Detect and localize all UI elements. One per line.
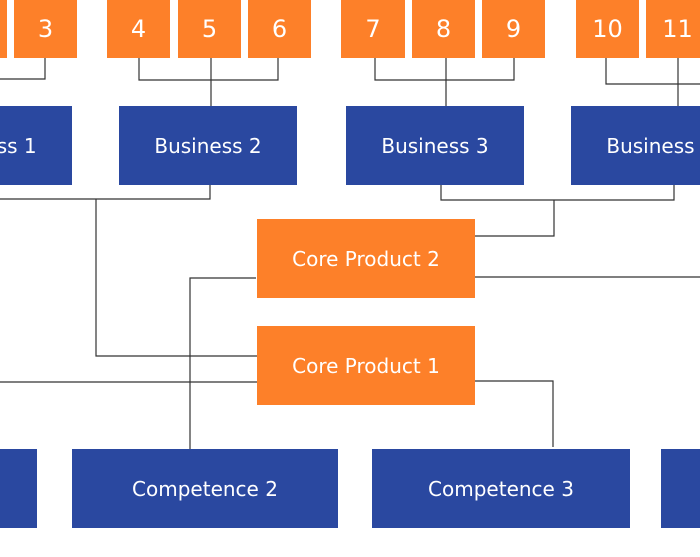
connector-ep3-b1	[0, 58, 46, 80]
business-2[interactable]: Business 2	[119, 106, 297, 185]
business-label: Business 1	[0, 133, 37, 158]
end-product-label: 7	[365, 15, 381, 43]
end-product-label: 4	[130, 15, 147, 43]
connector-ep4-6	[138, 58, 279, 81]
connector-cp1-comp3	[475, 380, 554, 447]
core-product-1[interactable]: Core Product 1	[257, 326, 475, 405]
connector-cp2-comp2	[189, 277, 256, 460]
end-product-label: 11	[662, 15, 693, 43]
end-product-4[interactable]: 4	[107, 0, 170, 58]
core-product-2[interactable]: Core Product 2	[257, 219, 475, 298]
business-label: Business 4	[606, 133, 700, 158]
business-1[interactable]: Business 1	[0, 106, 72, 185]
end-product-9[interactable]: 9	[482, 0, 545, 58]
end-product-label: 10	[592, 15, 623, 43]
connector-ep10-11	[605, 58, 700, 85]
end-product-label: 5	[201, 15, 218, 43]
connector-ep7-9	[374, 58, 515, 81]
end-product-7[interactable]: 7	[341, 0, 405, 58]
business-4[interactable]: Business 4	[571, 106, 700, 185]
business-label: Business 2	[154, 133, 262, 158]
competence-4[interactable]	[661, 449, 700, 528]
end-product-8[interactable]: 8	[412, 0, 475, 58]
business-3[interactable]: Business 3	[346, 106, 524, 185]
competence-label: Competence 2	[132, 476, 278, 501]
end-product-3[interactable]: 3	[14, 0, 77, 58]
core-product-label: Core Product 2	[292, 246, 440, 271]
end-product-10[interactable]: 10	[576, 0, 639, 58]
competence-2[interactable]: Competence 2	[72, 449, 338, 528]
end-product-label: 3	[37, 15, 54, 43]
competence-label: Competence 3	[428, 476, 574, 501]
competence-3[interactable]: Competence 3	[372, 449, 630, 528]
end-product-6[interactable]: 6	[248, 0, 311, 58]
connector-b34-cp2	[473, 200, 555, 237]
end-product-label: 6	[271, 15, 288, 43]
end-product-11[interactable]: 11	[646, 0, 700, 58]
end-product-label: 9	[505, 15, 522, 43]
end-product-5[interactable]: 5	[178, 0, 241, 58]
business-label: Business 3	[381, 133, 489, 158]
core-product-label: Core Product 1	[292, 353, 440, 378]
end-product-label: 8	[435, 15, 452, 43]
end-product-2[interactable]: 2	[0, 0, 7, 58]
competence-1[interactable]	[0, 449, 37, 528]
